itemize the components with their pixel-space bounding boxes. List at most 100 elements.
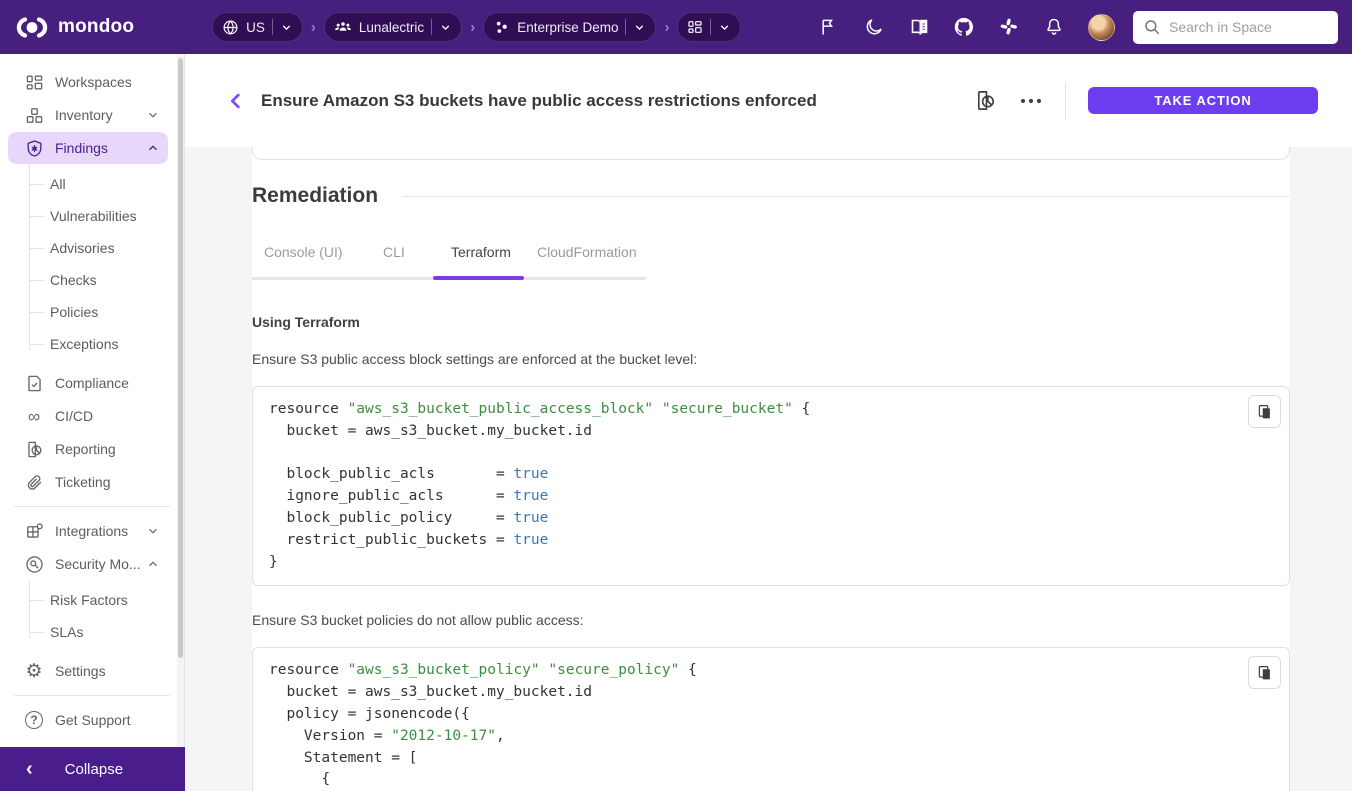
using-terraform-heading: Using Terraform xyxy=(252,314,1290,330)
sidebar-item-label: Compliance xyxy=(55,375,129,391)
sidebar-divider xyxy=(14,506,170,507)
org-selector[interactable]: Lunalectric xyxy=(324,12,462,42)
ticketing-paperclip-icon xyxy=(24,472,44,492)
topbar: mondoo US › Lunalectric › Enterprise xyxy=(0,0,1352,54)
code-line: block_public_policy = true xyxy=(269,508,1273,530)
tab-cli[interactable]: CLI xyxy=(383,244,405,260)
sidebar-item-settings[interactable]: ⚙ Settings xyxy=(8,655,168,687)
code-line: } xyxy=(269,552,1273,574)
workspaces-icon xyxy=(24,72,44,92)
findings-subtree: All Vulnerabilities Advisories Checks Po… xyxy=(29,165,184,366)
pill-divider xyxy=(431,19,432,35)
sidebar-item-workspaces[interactable]: Workspaces xyxy=(8,66,168,98)
section-divider xyxy=(402,196,1290,197)
sidebar-item-compliance[interactable]: Compliance xyxy=(8,367,168,399)
back-button[interactable] xyxy=(225,90,247,112)
sidebar-item-security-model[interactable]: Security Mo... xyxy=(8,548,168,580)
page-title: Ensure Amazon S3 buckets have public acc… xyxy=(261,91,817,111)
sidebar-subitem-label: Risk Factors xyxy=(50,592,128,608)
sidebar-item-label: Settings xyxy=(55,663,106,679)
chevron-down-icon[interactable] xyxy=(633,21,646,34)
sidebar-item-advisories[interactable]: Advisories xyxy=(29,232,184,264)
code-line: block_public_acls = true xyxy=(269,464,1273,486)
notifications-bell-icon[interactable] xyxy=(1043,16,1065,38)
code-line: restrict_public_buckets = true xyxy=(269,530,1273,552)
copy-code-button[interactable] xyxy=(1248,656,1281,689)
sidebar-item-policies[interactable]: Policies xyxy=(29,296,184,328)
chevron-down-icon[interactable] xyxy=(280,21,293,34)
tab-console-ui[interactable]: Console (UI) xyxy=(264,244,343,260)
sidebar-item-cicd[interactable]: ∞ CI/CD xyxy=(8,400,168,432)
sidebar-scrollbar[interactable] xyxy=(177,54,184,747)
chevron-down-icon[interactable] xyxy=(439,21,452,34)
copy-icon xyxy=(1256,403,1274,421)
sidebar-item-vulnerabilities[interactable]: Vulnerabilities xyxy=(29,200,184,232)
settings-gear-icon: ⚙ xyxy=(24,661,44,681)
dark-mode-icon[interactable] xyxy=(863,16,885,38)
code-line: Statement = [ xyxy=(269,748,1273,770)
content-sheet: Remediation Console (UI) CLI Terraform C… xyxy=(252,147,1290,791)
more-menu-button[interactable] xyxy=(1019,93,1043,109)
space-icon xyxy=(493,19,510,36)
code-line: resource "aws_s3_bucket_public_access_bl… xyxy=(269,399,1273,421)
header-divider xyxy=(1065,83,1066,119)
sidebar-item-findings-all[interactable]: All xyxy=(29,168,184,200)
sidebar-item-label: Ticketing xyxy=(55,474,111,490)
section-title: Remediation xyxy=(252,184,378,208)
sidebar-item-get-support[interactable]: ? Get Support xyxy=(8,704,168,736)
docs-book-icon[interactable] xyxy=(908,16,930,38)
region-selector[interactable]: US xyxy=(212,12,303,42)
organization-icon xyxy=(334,18,352,36)
sidebar-item-reporting[interactable]: Reporting xyxy=(8,433,168,465)
security-model-subtree: Risk Factors SLAs xyxy=(29,581,184,654)
sidebar-item-inventory[interactable]: Inventory xyxy=(8,99,168,131)
space-selector[interactable]: Enterprise Demo xyxy=(483,12,656,42)
sidebar-item-slas[interactable]: SLAs xyxy=(29,616,184,648)
pill-divider xyxy=(710,19,711,35)
sidebar-item-risk-factors[interactable]: Risk Factors xyxy=(29,584,184,616)
sidebar-item-label: Workspaces xyxy=(55,74,132,90)
chevron-up-icon[interactable] xyxy=(146,557,160,571)
previous-card-bottom xyxy=(252,147,1290,160)
sidebar-item-label: Integrations xyxy=(55,523,128,539)
sidebar-item-checks[interactable]: Checks xyxy=(29,264,184,296)
breadcrumb: US › Lunalectric › Enterprise Demo › xyxy=(212,12,741,42)
brand-name: mondoo xyxy=(58,16,134,38)
slack-icon[interactable] xyxy=(998,16,1020,38)
flag-icon[interactable] xyxy=(818,16,840,38)
findings-shield-bug-icon xyxy=(24,138,44,158)
intro-paragraph-2: Ensure S3 bucket policies do not allow p… xyxy=(252,612,1290,628)
report-icon[interactable] xyxy=(973,89,997,113)
sidebar-item-ticketing[interactable]: Ticketing xyxy=(8,466,168,498)
sidebar-item-label: CI/CD xyxy=(55,408,93,424)
sidebar-item-exceptions[interactable]: Exceptions xyxy=(29,328,184,360)
space-search[interactable] xyxy=(1133,11,1338,44)
chevron-down-icon[interactable] xyxy=(146,108,160,122)
cicd-infinity-icon: ∞ xyxy=(24,406,44,426)
tab-cloudformation[interactable]: CloudFormation xyxy=(537,244,637,260)
sidebar-item-label: Reporting xyxy=(55,441,116,457)
mondoo-logo-icon xyxy=(14,14,50,41)
workspace-selector[interactable] xyxy=(677,12,741,42)
copy-code-button[interactable] xyxy=(1248,395,1281,428)
chevron-down-icon[interactable] xyxy=(718,21,731,34)
breadcrumb-separator: › xyxy=(469,19,476,36)
sidebar-item-integrations[interactable]: Integrations xyxy=(8,515,168,547)
mondoo-logo[interactable]: mondoo xyxy=(14,14,134,41)
breadcrumb-separator: › xyxy=(310,19,317,36)
search-input[interactable] xyxy=(1169,19,1319,35)
code-line: policy = jsonencode({ xyxy=(269,704,1273,726)
sidebar-item-findings[interactable]: Findings xyxy=(8,132,168,164)
user-avatar[interactable] xyxy=(1088,14,1115,41)
code-line: Version = "2012-10-17", xyxy=(269,726,1273,748)
chevron-down-icon[interactable] xyxy=(146,524,160,538)
take-action-button[interactable]: TAKE ACTION xyxy=(1088,87,1318,114)
main-area: Ensure Amazon S3 buckets have public acc… xyxy=(185,54,1352,791)
chevron-up-icon[interactable] xyxy=(146,141,160,155)
collapse-sidebar-button[interactable]: ‹ Collapse xyxy=(0,747,185,791)
breadcrumb-separator: › xyxy=(663,19,670,36)
tab-terraform[interactable]: Terraform xyxy=(451,244,511,260)
code-line: bucket = aws_s3_bucket.my_bucket.id xyxy=(269,421,1273,443)
github-icon[interactable] xyxy=(953,16,975,38)
sidebar-scrollbar-thumb[interactable] xyxy=(178,58,183,658)
